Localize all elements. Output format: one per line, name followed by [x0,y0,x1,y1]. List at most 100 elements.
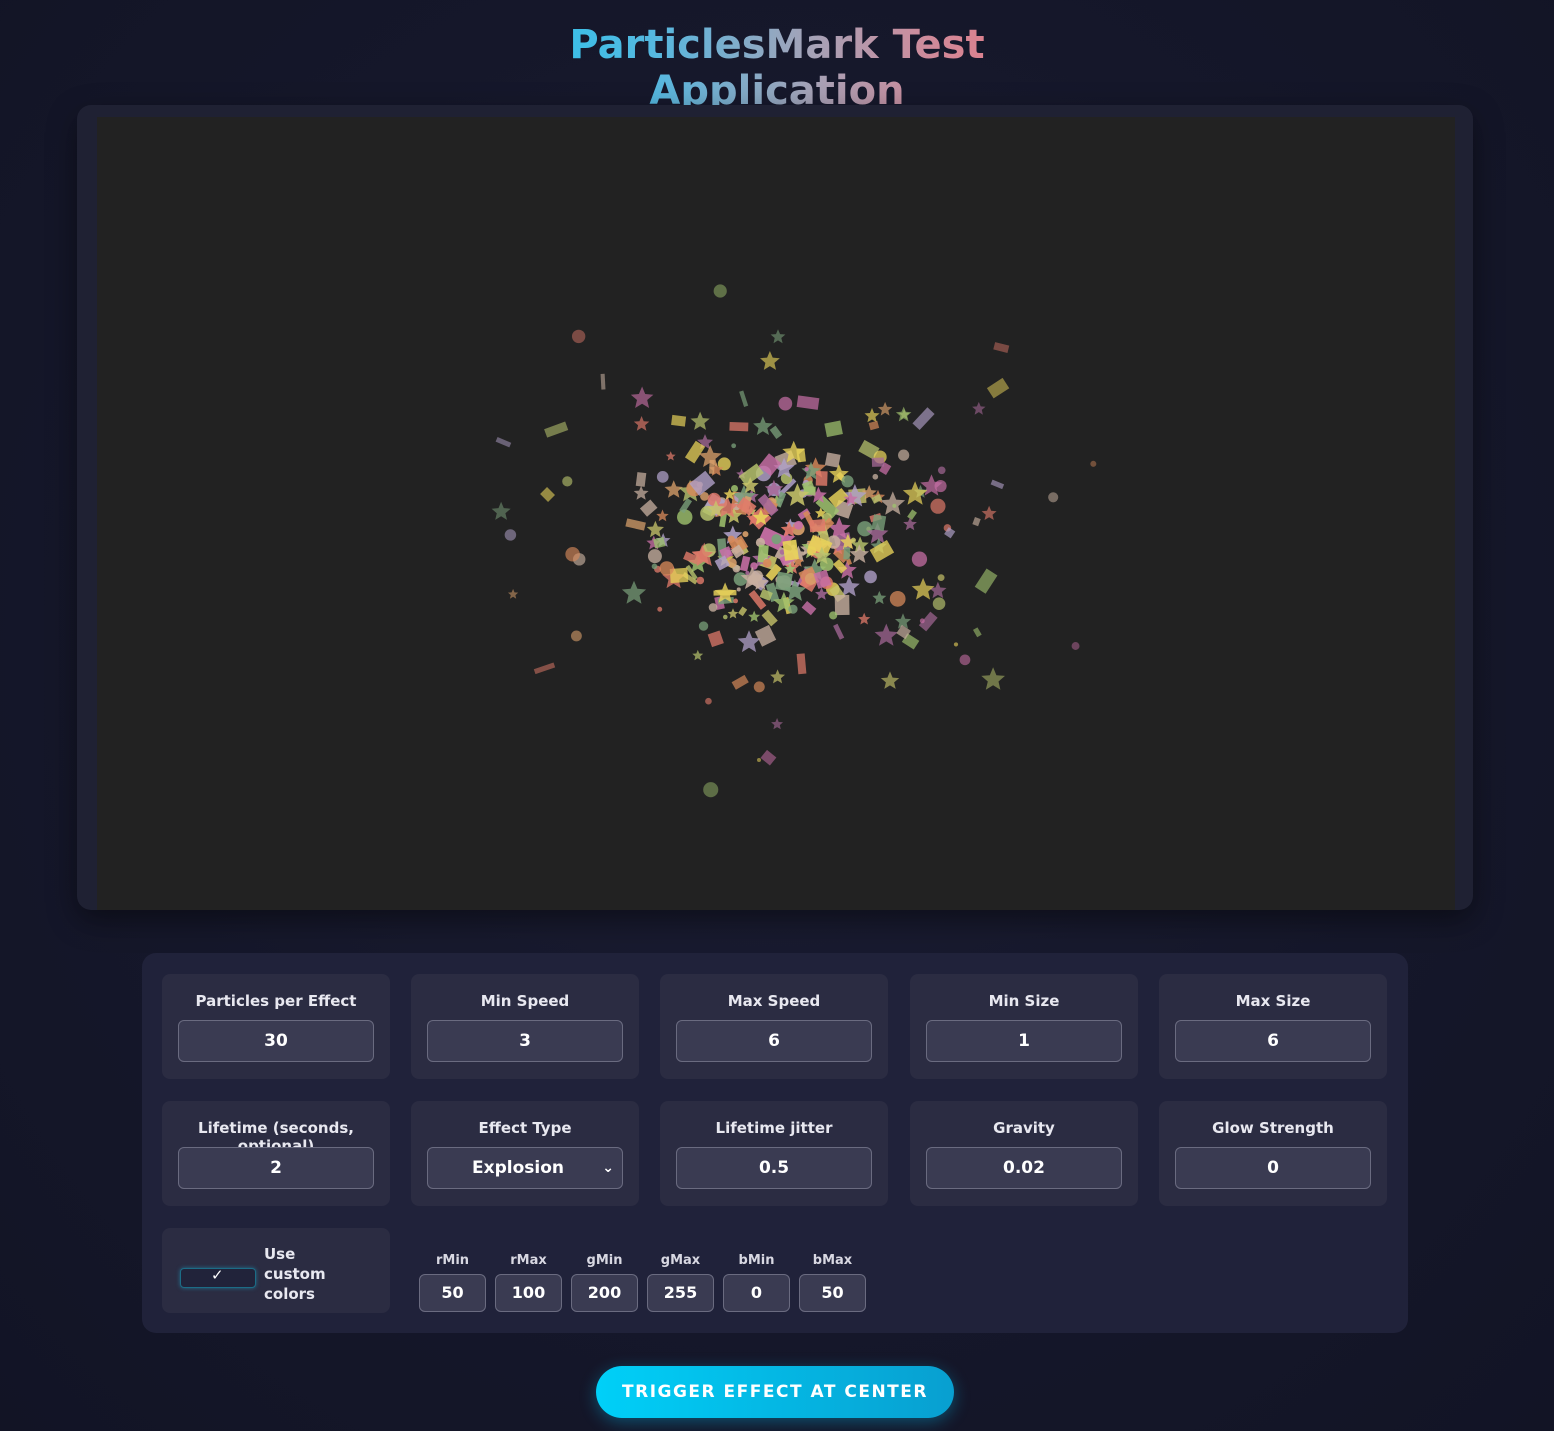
particle [745,570,750,576]
particle [834,594,850,616]
particle [647,549,662,564]
particle [630,386,654,408]
rmax-label: rMax [510,1253,547,1268]
particle [804,466,809,472]
particle [974,568,998,594]
particle [733,598,739,604]
particle [656,509,669,522]
field-particles-per-effect: Particles per Effect 30 [162,974,390,1079]
rmin-input[interactable]: 50 [419,1274,486,1312]
particle [981,505,997,520]
canvas-frame [77,105,1473,910]
lifetime-input[interactable]: 2 [178,1147,374,1189]
particle [708,603,718,612]
field-max-size: Max Size 6 [1159,974,1387,1079]
particle [761,609,778,627]
particle [770,329,786,344]
particle [696,576,705,585]
particle [986,377,1010,399]
effect-type-select[interactable]: Explosion ⌄ [427,1147,623,1189]
particle [796,395,820,410]
max-speed-input[interactable]: 6 [676,1020,872,1062]
particle [504,529,517,541]
particle [771,534,782,545]
rmax-input[interactable]: 100 [495,1274,562,1312]
particle [981,667,1005,690]
particle [656,470,669,483]
particle [540,487,556,502]
particle [703,782,719,798]
max-size-input[interactable]: 6 [1175,1020,1371,1062]
particle [754,624,777,647]
particle [769,425,783,440]
field-label: Gravity [993,1119,1055,1137]
settings-panel: Particles per Effect 30 Min Speed 3 Max … [142,953,1408,1333]
particle [824,420,843,438]
particle [858,612,871,625]
particle [621,580,647,604]
particle [898,449,910,461]
particle [571,329,586,344]
field-lifetime-jitter: Lifetime jitter 0.5 [660,1101,888,1206]
particle-canvas[interactable] [97,117,1455,910]
bmin-field: bMin 0 [723,1253,790,1312]
field-label: Glow Strength [1212,1119,1334,1137]
bmin-label: bMin [738,1253,775,1268]
particle [911,577,935,600]
particle [990,479,1005,490]
rmin-label: rMin [435,1253,470,1268]
checkmark-icon: ✓ [211,1266,224,1284]
particle [872,473,879,480]
particle [892,503,897,508]
particle [729,421,749,432]
particle [762,558,772,568]
use-custom-colors-checkbox[interactable]: ✓ [180,1266,256,1288]
custom-colors-card: ✓ Use custom colors [162,1228,390,1313]
particle [760,351,780,370]
particle [570,630,582,642]
particle [796,448,806,463]
gmin-field: gMin 200 [571,1253,638,1312]
glow-strength-input[interactable]: 0 [1175,1147,1371,1189]
particle [775,571,793,592]
particle [713,284,727,298]
particle [871,457,885,467]
gravity-input[interactable]: 0.02 [926,1147,1122,1189]
min-size-input[interactable]: 1 [926,1020,1122,1062]
particle [829,611,838,620]
gmin-input[interactable]: 200 [571,1274,638,1312]
particle [796,653,807,675]
field-max-speed: Max Speed 6 [660,974,888,1079]
particle [993,342,1010,353]
particle [742,531,749,538]
particle [491,501,511,520]
particle [633,416,650,431]
particle [889,591,906,607]
particle [1048,492,1059,503]
particle [809,518,826,533]
particle [972,516,981,527]
field-min-size: Min Size 1 [910,974,1138,1079]
bmin-input[interactable]: 0 [723,1274,790,1312]
rmax-field: rMax 100 [495,1253,562,1312]
trigger-effect-button[interactable]: TRIGGER EFFECT AT CENTER [596,1366,954,1418]
particle [751,570,763,582]
particle [895,406,912,422]
field-label: Max Size [1235,992,1311,1010]
particle [872,590,887,605]
particle [705,697,712,705]
field-label: Particles per Effect [195,992,357,1010]
particles-per-effect-input[interactable]: 30 [178,1020,374,1062]
particle [731,674,749,690]
gmax-input[interactable]: 255 [647,1274,714,1312]
particle [972,401,986,415]
bmax-input[interactable]: 50 [799,1274,866,1312]
particle [730,485,739,493]
min-speed-input[interactable]: 3 [427,1020,623,1062]
particle [690,411,710,430]
particle [972,627,982,638]
particle [912,407,935,431]
particle [864,407,880,423]
lifetime-jitter-input[interactable]: 0.5 [676,1147,872,1189]
field-label: Effect Type [478,1119,572,1137]
